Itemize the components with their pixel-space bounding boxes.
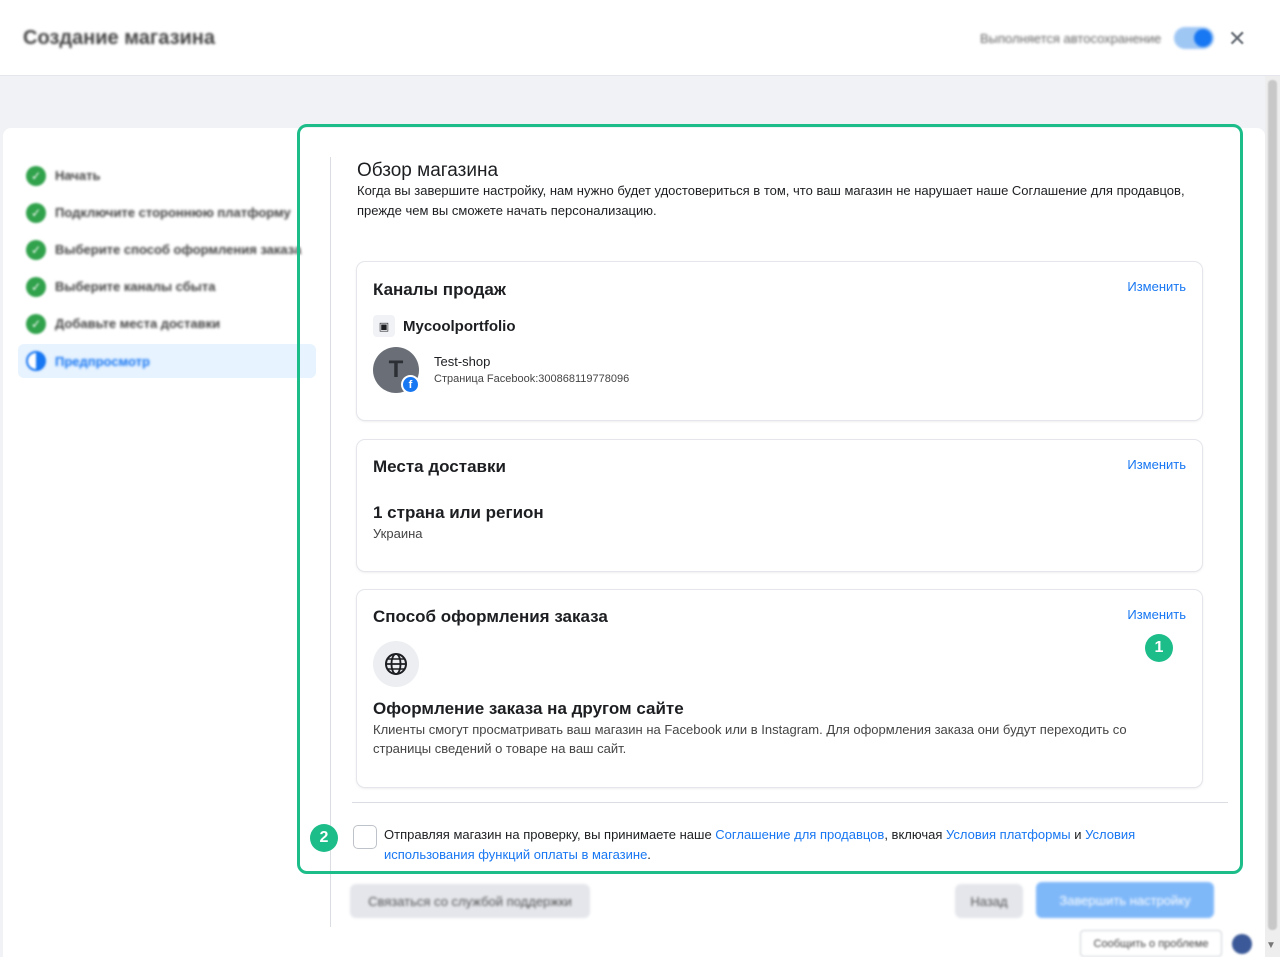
check-icon: ✓ [26, 276, 46, 297]
platform-terms-link[interactable]: Условия платформы [946, 827, 1071, 842]
edit-sales-channels-link[interactable]: Изменить [1127, 279, 1186, 294]
half-circle-icon [26, 351, 46, 371]
scrollbar-thumb[interactable] [1268, 80, 1277, 930]
sidebar-divider [330, 157, 331, 927]
top-bar: Создание магазина Выполняется автосохран… [0, 0, 1280, 76]
checkout-method-description: Клиенты смогут просматривать ваш магазин… [373, 722, 1127, 756]
check-icon: ✓ [26, 313, 46, 334]
page-title: Создание магазина [23, 27, 216, 49]
region-name: Украина [373, 526, 423, 541]
shop-icon: ▣ [373, 315, 395, 337]
terms-text-part: и [1070, 827, 1086, 842]
overview-description: Когда вы завершите настройку, нам нужно … [357, 183, 1185, 218]
checkout-method-title: Оформление заказа на другом сайте [373, 699, 684, 718]
terms-text: Отправляя магазин на проверку, вы приним… [384, 825, 1184, 865]
scroll-down-icon[interactable]: ▼ [1266, 940, 1276, 951]
annotation-marker-2: 2 [310, 824, 338, 852]
terms-text-part: , включая [884, 827, 946, 842]
back-button[interactable]: Назад [955, 884, 1023, 918]
terms-text-part: Отправляя магазин на проверку, вы приним… [384, 827, 716, 842]
step-label: Выберите способ оформления заказа [55, 242, 302, 257]
shop-name: Mycoolportfolio [403, 317, 516, 335]
report-problem-button[interactable]: Сообщить о проблеме [1080, 930, 1222, 957]
checkout-card: Способ оформления заказа Изменить Оформл… [357, 590, 1202, 787]
annotation-marker-1: 1 [1145, 634, 1173, 662]
language-globe-icon[interactable] [1232, 934, 1252, 954]
edit-shipping-link[interactable]: Изменить [1127, 457, 1186, 472]
step-label: Подключите стороннюю платформу [55, 205, 291, 220]
overview-title: Обзор магазина [357, 160, 499, 181]
autosave-label: Выполняется автосохранение [980, 31, 1162, 46]
edit-checkout-link[interactable]: Изменить [1127, 607, 1186, 622]
card-title: Места доставки [373, 457, 506, 476]
contact-support-button[interactable]: Связаться со службой поддержки [350, 884, 590, 918]
step-label: Предпросмотр [55, 353, 150, 369]
sales-channels-card: Каналы продаж Изменить ▣ Mycoolportfolio… [357, 262, 1202, 420]
autosave-toggle[interactable] [1174, 27, 1214, 49]
step-sales-channels[interactable]: ✓ Выберите каналы сбыта [18, 268, 316, 305]
card-title: Каналы продаж [373, 280, 506, 299]
page-name: Test-shop [434, 354, 491, 369]
finish-setup-button[interactable]: Завершить настройку [1036, 882, 1214, 918]
card-title: Способ оформления заказа [373, 607, 608, 626]
page-subtitle: Страница Facebook:300868119778096 [434, 373, 630, 385]
facebook-icon: f [401, 375, 420, 394]
step-label: Добавьте места доставки [55, 316, 221, 331]
check-icon: ✓ [26, 239, 46, 260]
close-icon[interactable]: ✕ [1228, 26, 1246, 52]
seller-agreement-link[interactable]: Соглашение для продавцов [715, 827, 884, 842]
setup-steps: ✓ Начать ✓ Подключите стороннюю платформ… [18, 157, 316, 378]
check-icon: ✓ [26, 202, 46, 223]
shipping-card: Места доставки Изменить 1 страна или рег… [357, 440, 1202, 571]
content-divider [352, 802, 1228, 803]
terms-text-part: . [647, 847, 651, 862]
step-connect-platform[interactable]: ✓ Подключите стороннюю платформу [18, 194, 316, 231]
step-preview[interactable]: Предпросмотр [18, 344, 316, 378]
step-start[interactable]: ✓ Начать [18, 157, 316, 194]
step-checkout-method[interactable]: ✓ Выберите способ оформления заказа [18, 231, 316, 268]
step-shipping[interactable]: ✓ Добавьте места доставки [18, 305, 316, 342]
check-icon: ✓ [26, 165, 46, 186]
step-label: Начать [55, 168, 101, 183]
shop-row: ▣ Mycoolportfolio [373, 315, 516, 337]
toggle-knob [1194, 29, 1212, 47]
globe-icon [373, 641, 419, 687]
page-scrollbar[interactable] [1265, 76, 1280, 957]
terms-checkbox[interactable] [353, 825, 377, 849]
step-label: Выберите каналы сбыта [55, 279, 216, 294]
region-count: 1 страна или регион [373, 503, 544, 522]
